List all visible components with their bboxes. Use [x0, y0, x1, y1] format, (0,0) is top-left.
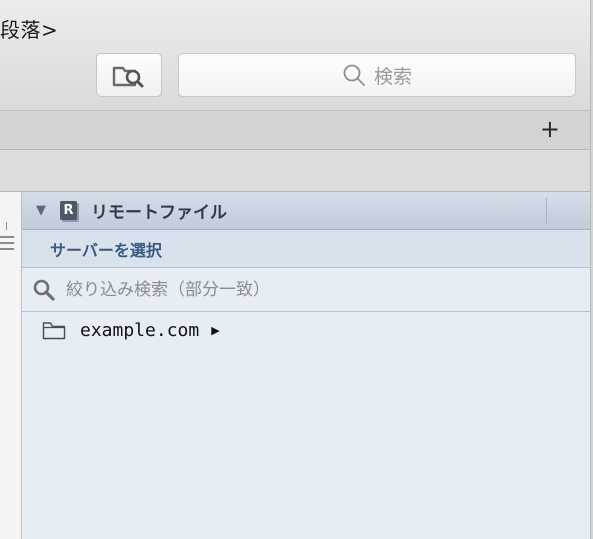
search-icon [343, 64, 365, 86]
remote-file-list: example.com ▶ [22, 312, 590, 348]
server-select-row[interactable]: サーバーを選択 [22, 230, 590, 268]
search-placeholder: 検索 [373, 65, 412, 88]
magnifier-icon [33, 279, 55, 301]
title-toolbar: 段落> 検索 [0, 0, 590, 111]
disclosure-triangle-icon[interactable]: ▼ [36, 203, 50, 218]
file-name: example.com [80, 319, 200, 341]
tab-bar: + [0, 111, 590, 150]
add-tab-button[interactable]: + [540, 115, 560, 143]
expand-arrow-icon[interactable]: ▶ [211, 324, 219, 337]
filter-input[interactable] [64, 278, 538, 301]
ruler-tick [6, 222, 7, 230]
remote-files-panel: ▼ R リモートファイル サーバーを選択 example.com ▶ [22, 192, 590, 539]
toolbar-strip [0, 150, 590, 192]
editor-window: 段落> 検索 + ▼ R リモートファイル サーバーを選択 絞り込み検索（部分一… [0, 0, 591, 539]
server-select-link[interactable]: サーバーを選択 [50, 237, 162, 261]
editor-left-pane [0, 192, 22, 539]
menu-lines-icon[interactable] [0, 236, 14, 254]
folder-search-button[interactable] [96, 53, 162, 97]
document-title: 段落> [0, 18, 59, 42]
search-field[interactable]: 検索 [178, 53, 576, 97]
folder-search-icon [112, 66, 144, 88]
list-item[interactable]: example.com ▶ [22, 312, 590, 348]
panel-title: リモートファイル [91, 203, 227, 223]
filter-row [22, 268, 590, 312]
folder-icon [42, 321, 66, 339]
header-divider [546, 198, 547, 224]
remote-badge-icon: R [60, 201, 77, 220]
panel-header[interactable]: ▼ R リモートファイル [22, 192, 590, 230]
